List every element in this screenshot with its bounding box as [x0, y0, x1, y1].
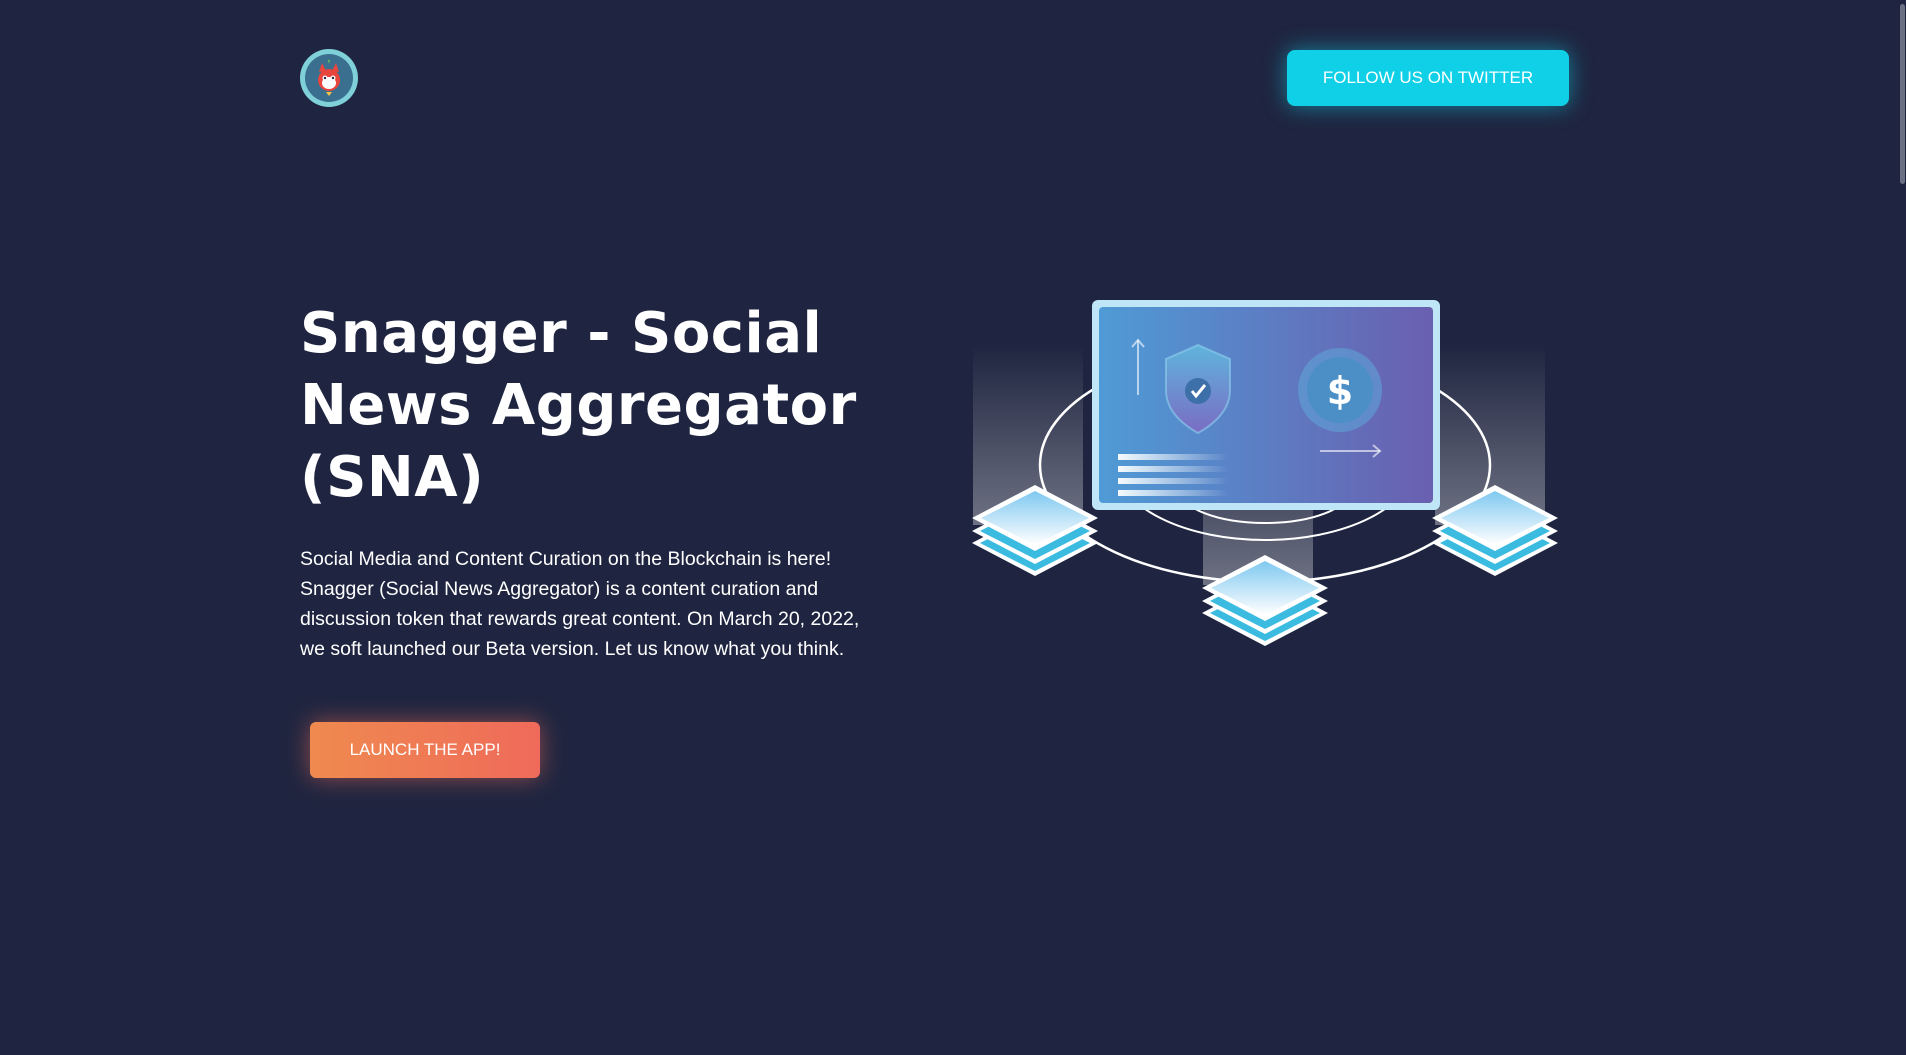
dollar-coin-icon: $ [1298, 348, 1382, 432]
landing-page: FOLLOW US ON TWITTER Snagger - Social Ne… [0, 0, 1906, 1055]
page-scrollbar[interactable] [1898, 0, 1906, 1055]
squirrel-mascot-icon [305, 54, 353, 102]
follow-twitter-button[interactable]: FOLLOW US ON TWITTER [1287, 50, 1569, 106]
page-title: Snagger - Social News Aggregator (SNA) [300, 301, 857, 510]
dollar-symbol: $ [1327, 369, 1353, 413]
logo[interactable] [300, 49, 358, 107]
blockchain-illustration: $ [955, 285, 1595, 685]
launch-app-button[interactable]: LAUNCH THE APP! [310, 722, 540, 778]
hero-description: Social Media and Content Curation on the… [300, 548, 860, 660]
scrollbar-thumb[interactable] [1900, 4, 1905, 184]
